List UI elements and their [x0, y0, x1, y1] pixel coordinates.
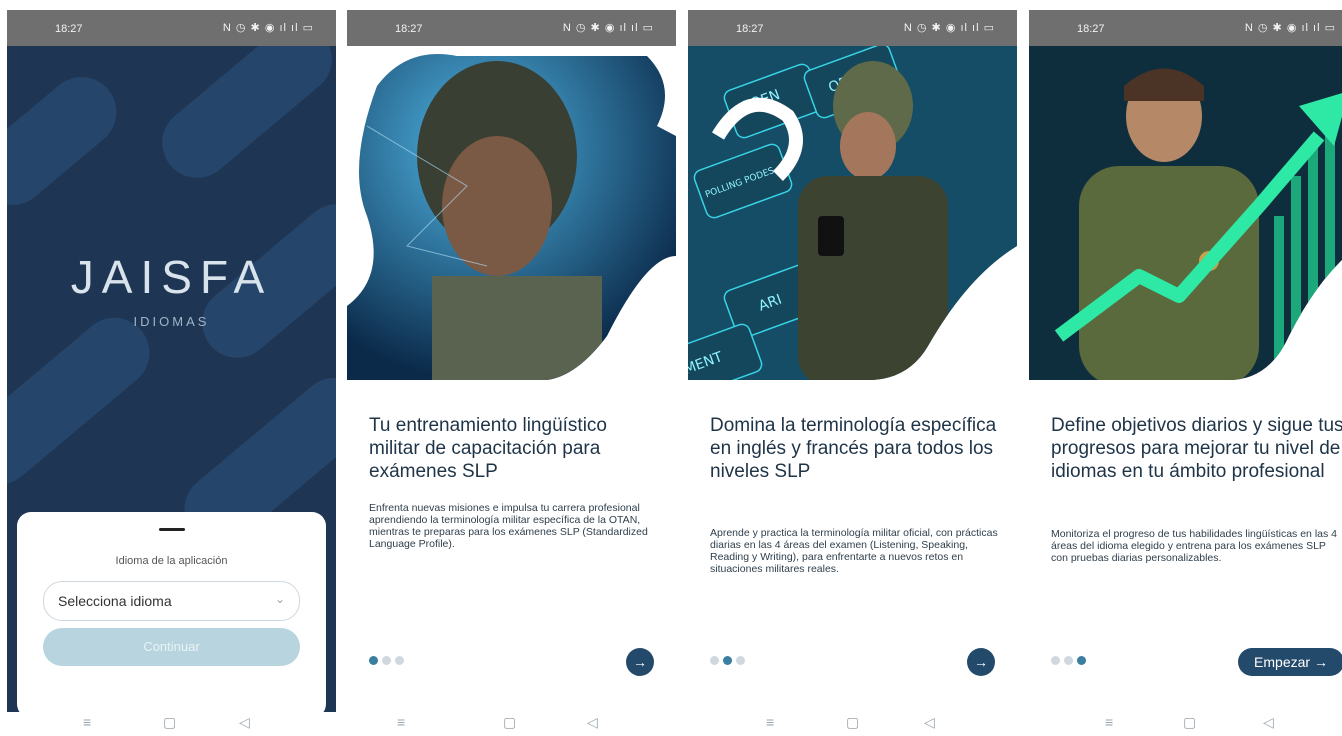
language-select[interactable]: Selecciona idioma ⌄: [43, 581, 300, 621]
page-dot-active[interactable]: [1077, 656, 1086, 665]
page-dot[interactable]: [382, 656, 391, 665]
background-stripe: [7, 62, 131, 220]
home-nav-icon[interactable]: ▢: [503, 714, 516, 731]
status-icons: N ◷ ✱ ◉ ıl ıl ▭: [562, 22, 654, 34]
language-select-value: Selecciona idioma: [58, 593, 172, 609]
home-nav-icon[interactable]: ▢: [163, 714, 176, 731]
page-dot-active[interactable]: [369, 656, 378, 665]
app-logo: JAISFA: [70, 251, 273, 303]
page-dot[interactable]: [1051, 656, 1060, 665]
back-nav-icon[interactable]: ◁: [924, 714, 935, 731]
menu-nav-icon[interactable]: ≡: [83, 714, 91, 730]
sheet-handle[interactable]: [158, 528, 185, 531]
home-nav-icon[interactable]: ▢: [846, 714, 859, 731]
soldier-illustration: [347, 46, 676, 380]
status-time: 18:27: [395, 23, 423, 35]
system-nav-bar: ≡ ▢ ◁: [347, 712, 676, 736]
status-time: 18:27: [736, 23, 764, 35]
page-dot[interactable]: [395, 656, 404, 665]
system-nav-bar: ≡ ▢ ◁: [1029, 712, 1342, 736]
language-bottom-sheet: Idioma de la aplicación Selecciona idiom…: [17, 512, 326, 712]
onboarding-screen: Tu entrenamiento lingüístico militar de …: [347, 46, 676, 712]
next-button[interactable]: →: [967, 648, 995, 676]
menu-nav-icon[interactable]: ≡: [766, 714, 774, 730]
slide-description: Monitoriza el progreso de tus habilidade…: [1051, 528, 1337, 564]
phone-slide-3: 18:27 N ◷ ✱ ◉ ıl ıl ▭ Define objetivos d…: [1029, 10, 1342, 736]
slide-description: Enfrenta nuevas misiones e impulsa tu ca…: [369, 502, 648, 550]
page-indicator: [369, 652, 408, 670]
start-button[interactable]: Empezar →: [1238, 648, 1342, 676]
status-icons: N ◷ ✱ ◉ ıl ıl ▭: [1244, 22, 1336, 34]
phone-slide-1: 18:27 N ◷ ✱ ◉ ıl ıl ▭ Tu entrenamiento l…: [347, 10, 676, 736]
app-logo-subtitle: IDIOMAS: [133, 314, 210, 329]
onboarding-screen: FOEN ORIE POLLING PODES ARI MENT Domina …: [688, 46, 1017, 712]
status-time: 18:27: [1077, 23, 1105, 35]
onboarding-screen: Define objetivos diarios y sigue tus pro…: [1029, 46, 1342, 712]
background-stripe: [7, 303, 164, 499]
status-icons: N ◷ ✱ ◉ ıl ıl ▭: [903, 22, 995, 34]
system-nav-bar: ≡ ▢ ◁: [7, 712, 336, 736]
background-stripe: [147, 46, 336, 193]
back-nav-icon[interactable]: ◁: [239, 714, 250, 731]
soldier-phone-illustration: FOEN ORIE POLLING PODES ARI MENT: [688, 46, 1017, 380]
menu-nav-icon[interactable]: ≡: [397, 714, 405, 730]
slide-description: Aprende y practica la terminología milit…: [710, 527, 998, 575]
phone-slide-2: 18:27 N ◷ ✱ ◉ ıl ıl ▭ FOEN O: [688, 10, 1017, 736]
page-dot[interactable]: [736, 656, 745, 665]
status-bar: 18:27 N ◷ ✱ ◉ ıl ıl ▭: [7, 10, 336, 46]
status-time: 18:27: [55, 23, 83, 35]
chevron-down-icon: ⌄: [274, 592, 285, 606]
page-indicator: [710, 652, 749, 670]
page-dot[interactable]: [1064, 656, 1073, 665]
continue-button[interactable]: Continuar: [43, 628, 300, 666]
page-dot-active[interactable]: [723, 656, 732, 665]
slide-title: Tu entrenamiento lingüístico militar de …: [369, 415, 607, 482]
status-icons: N ◷ ✱ ◉ ıl ıl ▭: [222, 22, 314, 34]
status-bar: 18:27 N ◷ ✱ ◉ ıl ıl ▭: [1029, 10, 1342, 46]
system-nav-bar: ≡ ▢ ◁: [688, 712, 1017, 736]
slide-title: Define objetivos diarios y sigue tus pro…: [1051, 415, 1342, 482]
menu-nav-icon[interactable]: ≡: [1105, 714, 1113, 730]
progress-illustration: [1029, 46, 1342, 380]
status-bar: 18:27 N ◷ ✱ ◉ ıl ıl ▭: [347, 10, 676, 46]
page-dot[interactable]: [710, 656, 719, 665]
page-indicator: [1051, 652, 1090, 670]
status-bar: 18:27 N ◷ ✱ ◉ ıl ıl ▭: [688, 10, 1017, 46]
splash-screen: JAISFA IDIOMAS Idioma de la aplicación S…: [7, 46, 336, 712]
phone-splash: 18:27 N ◷ ✱ ◉ ıl ıl ▭ JAISFA IDIOMAS Idi…: [7, 10, 336, 736]
back-nav-icon[interactable]: ◁: [587, 714, 598, 731]
home-nav-icon[interactable]: ▢: [1183, 714, 1196, 731]
next-button[interactable]: →: [626, 648, 654, 676]
slide-title: Domina la terminología específica en ing…: [710, 415, 997, 482]
language-label: Idioma de la aplicación: [115, 555, 228, 567]
back-nav-icon[interactable]: ◁: [1263, 714, 1274, 731]
